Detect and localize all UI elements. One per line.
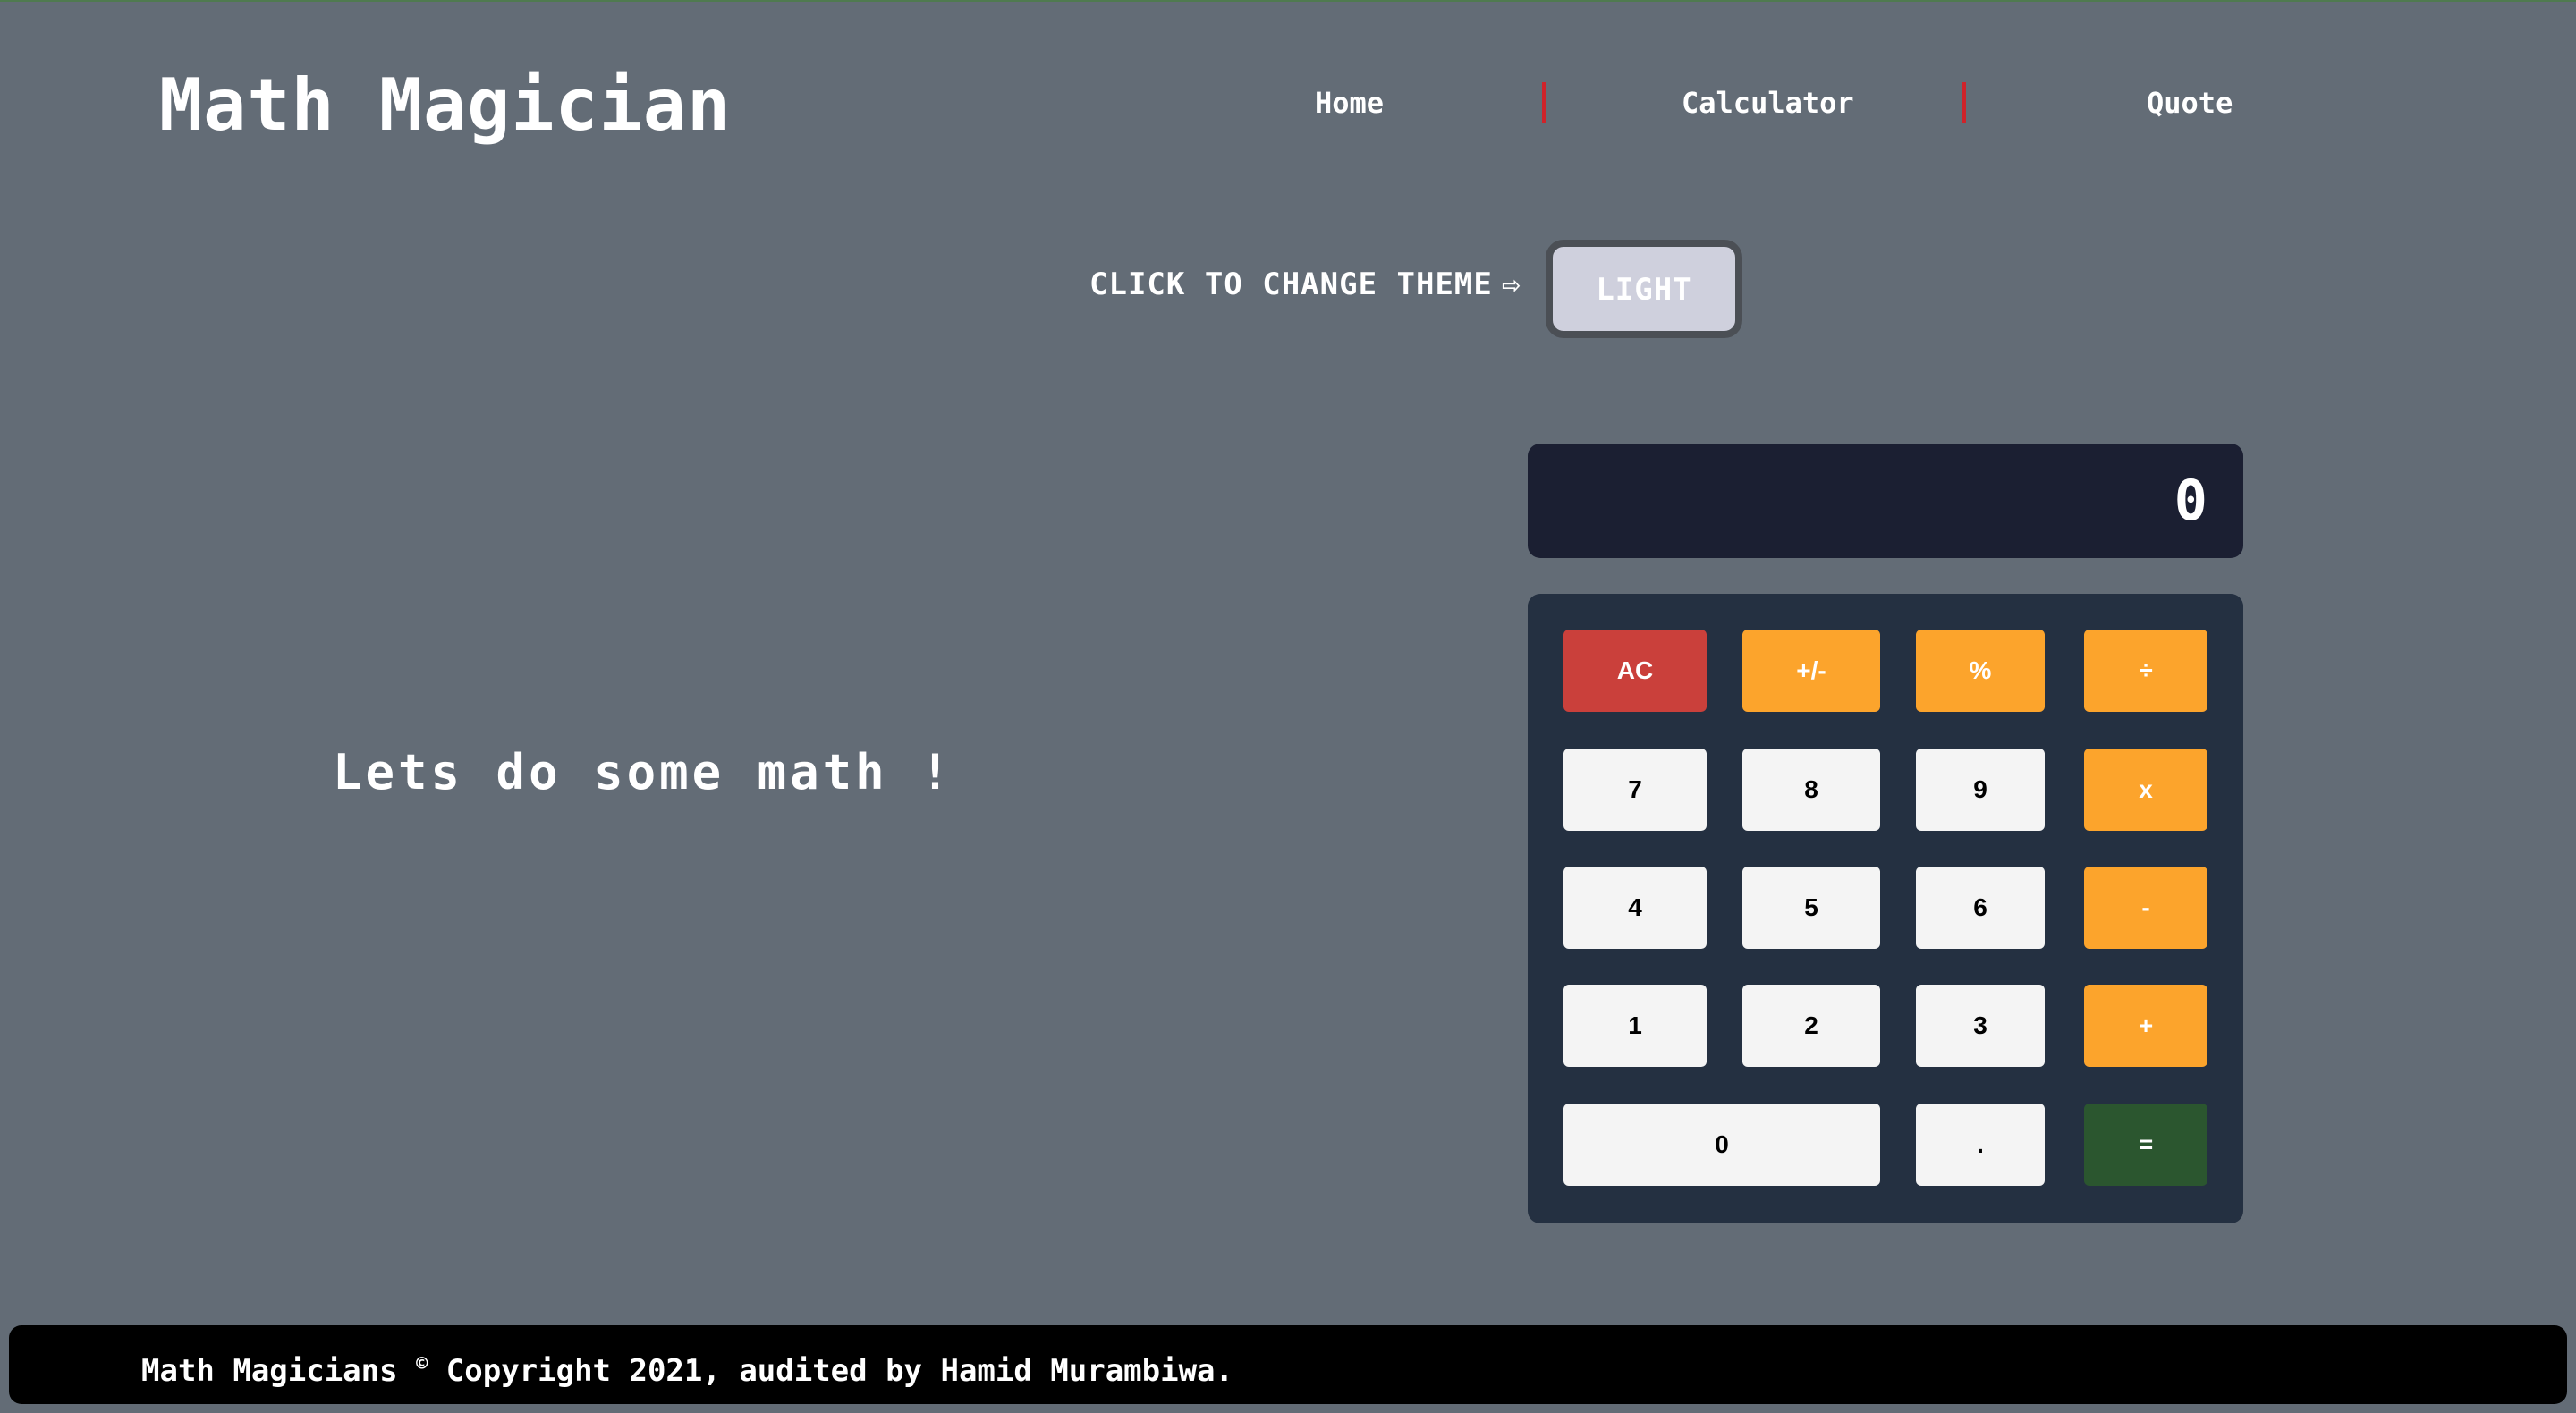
theme-label: CLICK TO CHANGE THEME ⇨: [1089, 267, 1521, 302]
calculator-keypad: AC +/- % ÷ 7 8 9 x 4 5 6 - 1 2 3 + 0 . =: [1528, 594, 2243, 1223]
decimal-button[interactable]: .: [1916, 1104, 2045, 1186]
theme-switcher: CLICK TO CHANGE THEME ⇨ LIGHT: [1089, 240, 1751, 338]
percent-button[interactable]: %: [1916, 630, 2045, 712]
digit-6-button[interactable]: 6: [1916, 867, 2045, 949]
theme-label-text: CLICK TO CHANGE THEME: [1089, 267, 1493, 302]
site-footer: Math Magicians © Copyright 2021, audited…: [9, 1325, 2567, 1404]
nav-separator: [1962, 82, 1966, 123]
digit-9-button[interactable]: 9: [1916, 749, 2045, 831]
multiply-button[interactable]: x: [2084, 749, 2207, 831]
digit-1-button[interactable]: 1: [1563, 985, 1707, 1067]
equals-button[interactable]: =: [2084, 1104, 2207, 1186]
main-nav: Home Calculator Quote: [1055, 80, 2451, 125]
digit-0-button[interactable]: 0: [1563, 1104, 1880, 1186]
digit-3-button[interactable]: 3: [1916, 985, 2045, 1067]
digit-7-button[interactable]: 7: [1563, 749, 1707, 831]
subtract-button[interactable]: -: [2084, 867, 2207, 949]
top-border: [0, 0, 2576, 2]
footer-copyright: Copyright 2021, audited by Hamid Murambi…: [445, 1353, 1233, 1389]
right-arrow-icon: ⇨: [1501, 267, 1521, 302]
digit-2-button[interactable]: 2: [1742, 985, 1880, 1067]
calculator-display: 0: [1528, 444, 2243, 558]
footer-text: Math Magicians © Copyright 2021, audited…: [141, 1325, 1233, 1410]
footer-brand: Math Magicians: [141, 1353, 398, 1389]
hero-text: Lets do some math !: [333, 744, 953, 800]
copyright-symbol: ©: [416, 1353, 428, 1375]
sign-toggle-button[interactable]: +/-: [1742, 630, 1880, 712]
clear-button[interactable]: AC: [1563, 630, 1707, 712]
digit-4-button[interactable]: 4: [1563, 867, 1707, 949]
nav-separator: [1542, 82, 1546, 123]
digit-5-button[interactable]: 5: [1742, 867, 1880, 949]
add-button[interactable]: +: [2084, 985, 2207, 1067]
nav-link-calculator[interactable]: Calculator: [1682, 80, 1854, 125]
nav-link-quote[interactable]: Quote: [2147, 80, 2233, 125]
theme-toggle-button[interactable]: LIGHT: [1546, 240, 1742, 338]
brand-title: Math Magician: [159, 63, 732, 147]
digit-8-button[interactable]: 8: [1742, 749, 1880, 831]
nav-link-home[interactable]: Home: [1315, 80, 1384, 125]
divide-button[interactable]: ÷: [2084, 630, 2207, 712]
